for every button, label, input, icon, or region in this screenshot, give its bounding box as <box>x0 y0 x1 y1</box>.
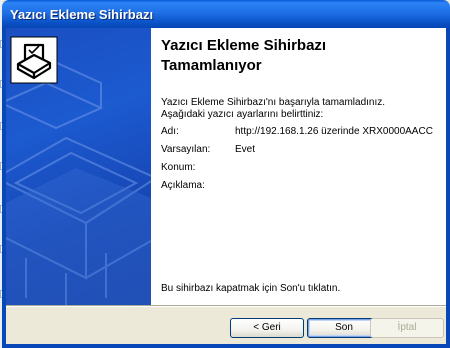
intro-text: Yazıcı Ekleme Sihirbazı'nı başarıyla tam… <box>161 97 441 121</box>
cancel-button[interactable]: İptal <box>370 318 444 338</box>
back-button[interactable]: < Geri <box>230 318 304 338</box>
window-title: Yazıcı Ekleme Sihirbazı <box>10 7 154 22</box>
wizard-window: Yazıcı Ekleme Sihirbazı Yazıcı Ekleme Si… <box>2 0 450 348</box>
printer-settings: Adı: http://192.168.1.26 üzerinde XRX000… <box>161 126 441 198</box>
wizard-content: Yazıcı Ekleme Sihirbazı Tamamlanıyor Yaz… <box>10 28 446 305</box>
setting-label: Adı: <box>161 126 179 137</box>
setting-value: Evet <box>235 144 256 155</box>
intro-line-2: Aşağıdaki yazıcı ayarlarını belirttiniz: <box>161 109 324 120</box>
setting-label: Varsayılan: <box>161 144 211 155</box>
button-separator <box>6 305 446 307</box>
setting-row-default: Varsayılan: Evet <box>161 144 441 162</box>
setting-value: http://192.168.1.26 üzerinde XRX0000AACC <box>235 126 433 137</box>
setting-label: Konum: <box>161 162 196 173</box>
setting-label: Açıklama: <box>161 180 205 191</box>
page-title: Yazıcı Ekleme Sihirbazı Tamamlanıyor <box>161 36 441 76</box>
setting-row-name: Adı: http://192.168.1.26 üzerinde XRX000… <box>161 126 441 144</box>
intro-line-1: Yazıcı Ekleme Sihirbazı'nı başarıyla tam… <box>161 97 386 108</box>
page-title-line-2: Tamamlanıyor <box>161 57 262 74</box>
setting-row-description: Açıklama: <box>161 180 441 198</box>
page-title-line-1: Yazıcı Ekleme Sihirbazı <box>161 37 327 54</box>
finish-instruction: Bu sihirbazı kapatmak için Son'u tıklatı… <box>161 283 341 294</box>
setting-row-location: Konum: <box>161 162 441 180</box>
printer-check-icon <box>10 36 58 84</box>
title-bar[interactable]: Yazıcı Ekleme Sihirbazı <box>2 0 450 28</box>
